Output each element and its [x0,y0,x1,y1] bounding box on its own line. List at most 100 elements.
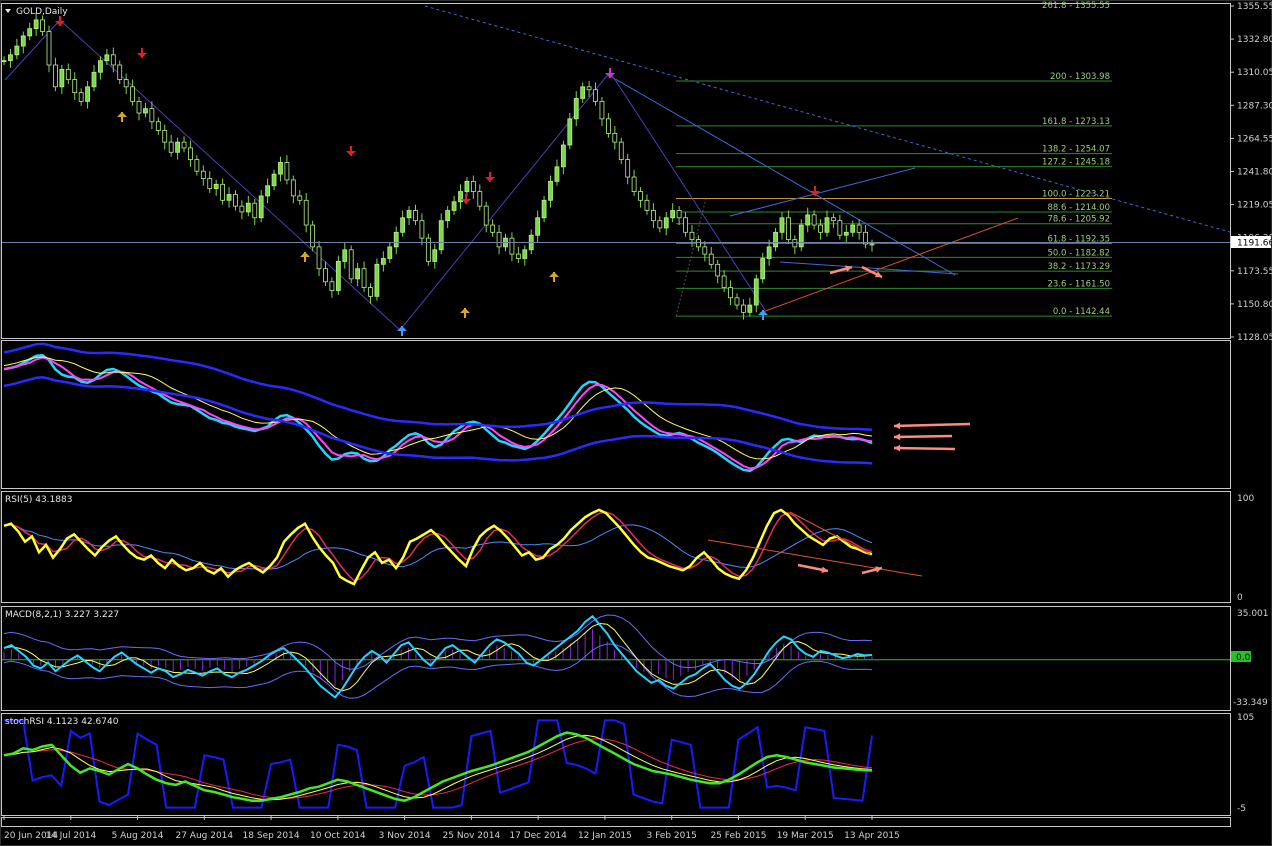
candle-body [567,118,573,146]
time-tick-label: 12 Jan 2015 [578,831,632,841]
candle-body [91,71,97,88]
candle-body [143,108,148,114]
time-tick-label: 5 Aug 2014 [112,831,164,841]
candle-body [856,224,862,233]
fib-level-label: 161.8 - 1273.13 [1042,117,1110,127]
candle-body [20,35,26,47]
price-tick-label: 1332.80 [1237,35,1272,45]
candle-body [258,195,264,219]
candle-body [348,249,354,280]
candle-body [162,130,168,143]
candle-body [696,239,701,248]
candle-body [323,268,328,283]
candle-body [734,297,740,306]
candle-body [702,246,708,255]
macd-axis-bottom: -33.349 [1233,698,1268,708]
candle-body [72,79,78,94]
fib-top-label: 261.8 - 1355.55 [1042,1,1110,11]
time-tick-label: 25 Nov 2014 [443,831,501,841]
candle-body [419,220,425,239]
candle-body [168,141,174,153]
time-tick-label: 18 Sep 2014 [243,831,300,841]
candle-body [811,214,817,226]
time-tick-label: 14 Jul 2014 [45,831,96,841]
candle-body [85,86,90,102]
candle-body [406,210,412,219]
price-tick-label: 1264.55 [1237,134,1272,144]
fib-level-label: 127.2 - 1245.18 [1042,158,1110,168]
candle-body [188,147,193,160]
candle-body [46,31,52,66]
rsi-axis-bottom: 0 [1237,593,1243,603]
candle-body [786,217,791,240]
candle-body [303,199,309,226]
candle-body [753,278,759,306]
fib-level-label: 200 - 1303.98 [1050,72,1110,82]
candle-body [387,246,393,259]
price-tick-label: 1219.05 [1237,201,1272,211]
candle-body [78,92,84,102]
candle-body [792,239,798,248]
candle-body [721,275,727,289]
macd-axis-top: 35.001 [1237,609,1269,619]
candle-body [773,231,778,248]
candle-body [445,210,451,222]
candle-body [59,68,65,88]
candle-body [374,263,380,297]
price-tick-label: 1241.80 [1237,168,1272,178]
candle-body [831,217,836,222]
time-tick-label: 19 Mar 2015 [777,831,834,841]
candle-body [496,231,502,248]
gold-daily-chart: 200 - 1303.98 161.8 - 1273.13 138.2 - 1254… [0,0,1272,846]
candle-body [573,98,579,120]
candle-body [805,214,811,226]
candle-body [779,217,785,233]
pointer-shaft [893,434,953,439]
candle-body [638,191,643,201]
candle-body [560,144,566,168]
price-tick-label: 1128.05 [1237,333,1272,343]
candle-body [741,304,746,313]
candle-body [676,210,682,219]
candle-body [631,176,637,192]
price-tick-label: 1287.30 [1237,101,1272,111]
candle-body [265,185,271,197]
candle-body [625,159,631,178]
candle-body [400,217,406,233]
price-tick-label: 1150.80 [1237,300,1272,310]
price-tick-label: 1310.05 [1237,68,1272,78]
candle-body [278,162,283,175]
candle-body [290,179,296,197]
candle-body [207,178,213,190]
chart-window-frame [0,0,1272,846]
candle-body [728,287,733,299]
candle-body [470,180,476,192]
candle-body [458,191,463,203]
candle-body [869,243,875,246]
time-tick-label: 17 Dec 2014 [509,831,567,841]
candle-body [554,166,560,182]
candle-body [766,246,772,259]
candle-body [843,231,849,236]
candle-body [683,217,688,233]
candle-body [98,60,103,73]
macd-axis-zero: 0.00 [1236,653,1256,663]
candle-body [123,79,129,88]
candle-body [451,201,457,211]
candle-body [335,261,341,291]
time-tick-label: 13 Apr 2015 [844,831,900,841]
candle-body [413,210,418,222]
candle-body [252,202,258,219]
candle-body [40,19,45,32]
fib-level-label: 38.2 - 1173.29 [1047,262,1110,272]
candle-body [149,108,155,123]
price-tick-label: 1173.55 [1237,267,1272,277]
stochrsi-axis-top: 105 [1237,713,1254,723]
fib-level-label: 23.6 - 1161.50 [1047,279,1110,289]
candle-body [200,170,206,179]
rsi-axis-top: 100 [1237,494,1254,504]
candle-body [425,237,431,262]
candle-body [605,118,611,134]
candle-body [708,253,714,265]
candle-body [245,202,251,213]
